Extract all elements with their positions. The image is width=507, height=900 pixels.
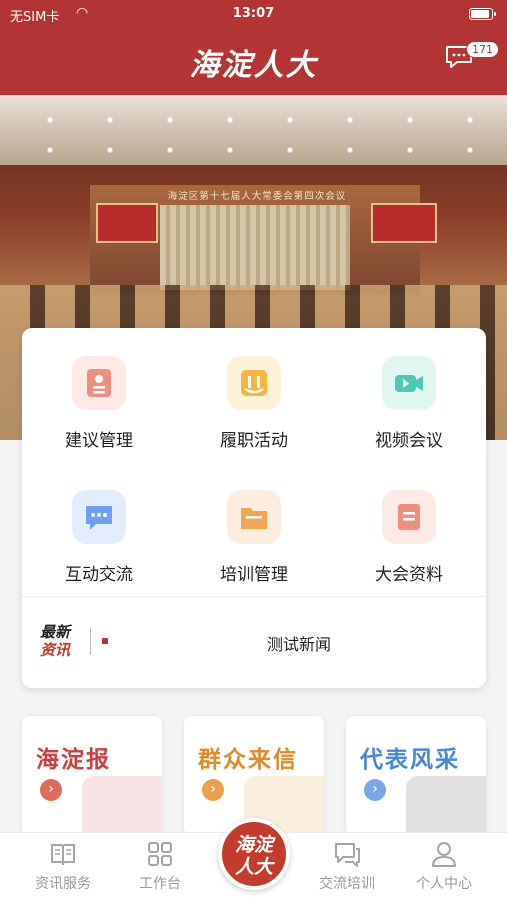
meeting-docs-icon [382,490,436,544]
menu-meeting-materials[interactable]: 大会资料 [332,490,486,610]
menu-duty-activities[interactable]: 履职活动 [177,356,331,476]
feature-haidian-newspaper[interactable]: 海淀报 › [22,716,162,836]
grid-icon [148,842,172,866]
tab-personal-center[interactable]: 个人中心 [399,839,489,893]
chat-bubble-icon [72,490,126,544]
latest-news-bar[interactable]: 最新 资讯 测试新闻 [22,596,486,688]
tab-label: 个人中心 [416,876,472,892]
app-title: 海淀人大 [189,48,318,83]
tab-exchange-training[interactable]: 交流培训 [302,839,392,893]
tab-label: 交流培训 [319,876,375,892]
feature-title: 群众来信 [198,746,298,773]
chat-icon [335,843,360,867]
menu-video-meeting[interactable]: 视频会议 [332,356,486,476]
arrow-right-icon: › [364,779,386,801]
menu-label: 大会资料 [375,565,443,585]
center-home-button[interactable]: 海淀 人大 [218,818,290,890]
book-icon [51,844,75,866]
main-menu-card: 建议管理 履职活动 视频会议 互动交流 培训管理 大会资料 最新 资讯 测试新闻 [22,328,486,688]
divider [90,627,91,655]
person-icon [432,842,456,867]
bullet-icon [102,638,108,644]
menu-interactive-exchange[interactable]: 互动交流 [22,490,176,610]
message-count-badge: 171 [466,41,499,58]
training-folder-icon [227,490,281,544]
tab-workbench[interactable]: 工作台 [115,839,205,893]
feature-title: 代表风采 [360,746,460,773]
news-logo-bottom: 资讯 [40,641,71,659]
tab-label: 工作台 [139,876,181,892]
status-bar: 无SIM卡 ◠ 13:07 [0,5,507,25]
menu-training-management[interactable]: 培训管理 [177,490,331,610]
feature-title: 海淀报 [36,746,111,773]
menu-label: 互动交流 [65,565,133,585]
menu-label: 履职活动 [220,431,288,451]
news-headline[interactable]: 测试新闻 [122,631,476,655]
latest-news-logo: 最新 资讯 [40,623,70,659]
menu-label: 视频会议 [375,431,443,451]
duty-activity-icon [227,356,281,410]
video-meeting-icon [382,356,436,410]
menu-label: 培训管理 [220,565,288,585]
banner-sign-text: 海淀区第十七届人大常委会第四次会议 [167,191,347,202]
clock: 13:07 [232,6,275,21]
menu-label: 建议管理 [65,431,133,451]
arrow-right-icon: › [202,779,224,801]
tab-label: 资讯服务 [35,876,91,892]
news-logo-top: 最新 [40,623,71,641]
arrow-right-icon: › [40,779,62,801]
battery-icon [469,8,496,20]
app-header: 无SIM卡 ◠ 13:07 海淀人大 171 [0,0,507,95]
menu-proposal-management[interactable]: 建议管理 [22,356,176,476]
proposal-doc-icon [72,356,126,410]
tab-news-service[interactable]: 资讯服务 [18,839,108,893]
feature-delegate-profiles[interactable]: 代表风采 › [346,716,486,836]
